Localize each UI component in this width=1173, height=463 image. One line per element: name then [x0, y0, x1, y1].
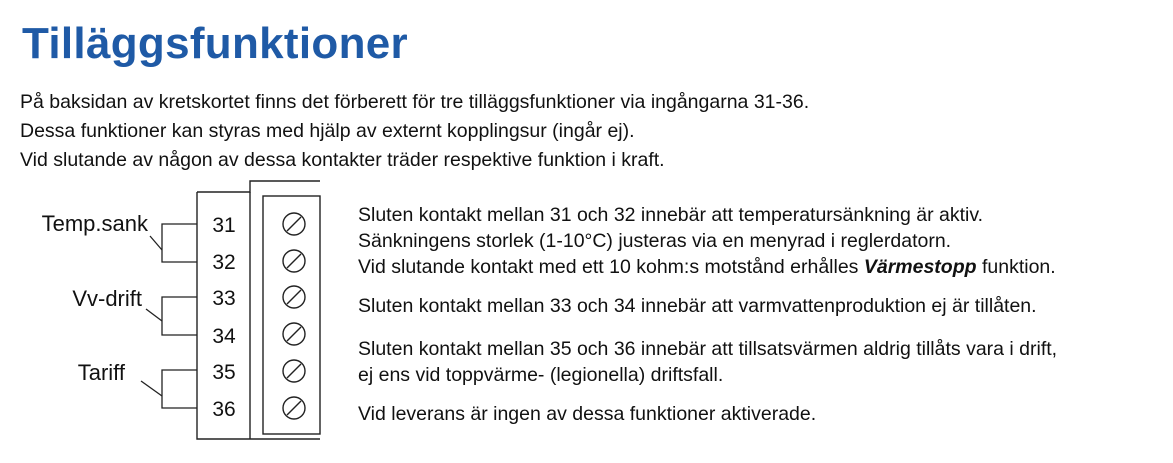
description-line: Sluten kontakt mellan 31 och 32 innebär …: [358, 204, 984, 226]
screw-icon: [282, 249, 306, 273]
description-line: Sänkningens storlek (1-10°C) justeras vi…: [358, 230, 952, 252]
screw-icon: [282, 396, 306, 420]
terminal-number: 36: [212, 398, 235, 421]
description-line: ej ens vid toppvärme- (legionella) drift…: [358, 364, 724, 386]
group-label-temp-sank: Temp.sank: [42, 211, 149, 236]
description-line: Sluten kontakt mellan 35 och 36 innebär …: [358, 338, 1058, 360]
bracket-vv-drift: [161, 296, 197, 336]
bracket-temp-sank: [161, 223, 197, 263]
group-label-vv-drift: Vv-drift: [72, 286, 142, 311]
terminal-number: 31: [212, 214, 235, 237]
description-vv-drift: Sluten kontakt mellan 33 och 34 innebär …: [358, 293, 1037, 319]
bracket-tariff: [161, 369, 197, 409]
description-delivery: Vid leverans är ingen av dessa funktione…: [358, 401, 816, 427]
terminal-number: 32: [212, 251, 235, 274]
terminal-block-frame: [197, 180, 320, 193]
description-tariff: Sluten kontakt mellan 35 och 36 innebär …: [358, 336, 1057, 388]
group-label-tariff: Tariff: [78, 360, 126, 385]
terminal-number: 34: [212, 325, 236, 348]
screw-icon: [282, 285, 306, 309]
screw-icon: [282, 322, 306, 346]
description-line: Vid leverans är ingen av dessa funktione…: [358, 403, 817, 425]
terminal-number: 33: [212, 287, 235, 310]
terminal-number: 35: [212, 361, 235, 384]
emphasis-varmestopp: Värmestopp: [863, 256, 977, 278]
description-temp-sank: Sluten kontakt mellan 31 och 32 innebär …: [358, 202, 1056, 280]
description-line: Vid slutande kontakt med ett 10 kohm:s m…: [358, 256, 1056, 278]
screw-icon: [282, 212, 306, 236]
screw-icon: [282, 359, 306, 383]
description-line: Sluten kontakt mellan 33 och 34 innebär …: [358, 295, 1037, 317]
terminal-block-diagram: Temp.sank Vv-drift Tariff 31 32 33 34 35…: [42, 180, 321, 440]
